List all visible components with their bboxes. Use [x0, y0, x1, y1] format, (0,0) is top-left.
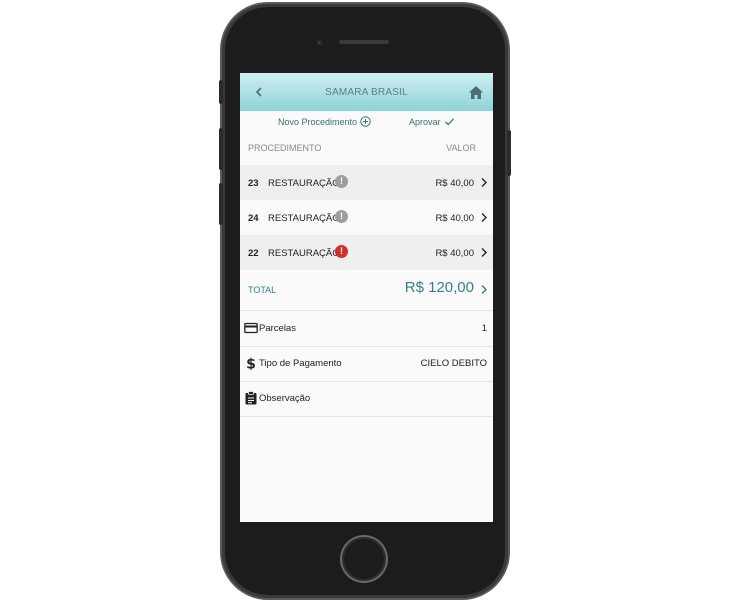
- notes-row[interactable]: Observação: [240, 381, 493, 417]
- approve-button[interactable]: Aprovar: [409, 116, 455, 127]
- payment-type-row[interactable]: $ Tipo de Pagamento CIELO DEBITO: [240, 346, 493, 382]
- add-circle-icon: [360, 116, 371, 127]
- payment-type-label: Tipo de Pagamento: [259, 358, 342, 369]
- app-header: SAMARA BRASIL: [240, 73, 493, 111]
- page-title: SAMARA BRASIL: [325, 87, 408, 98]
- earpiece-speaker: [339, 40, 389, 44]
- procedure-number: 23: [248, 178, 259, 189]
- home-button[interactable]: [342, 537, 386, 581]
- column-header-procedure: PROCEDIMENTO: [248, 143, 322, 153]
- warning-icon[interactable]: !: [335, 210, 348, 223]
- procedure-name: RESTAURAÇÃO: [268, 178, 340, 189]
- total-amount: R$ 120,00: [404, 279, 474, 296]
- volume-down-button: [219, 183, 223, 225]
- procedure-row[interactable]: 22 RESTAURAÇÃO ! R$ 40,00: [240, 235, 493, 271]
- app-screen: SAMARA BRASIL Novo Procedimento Aprovar …: [240, 73, 493, 522]
- total-label: TOTAL: [248, 285, 277, 295]
- procedure-value: R$ 40,00: [435, 213, 474, 224]
- column-header-value: VALOR: [446, 143, 476, 153]
- installments-row[interactable]: Parcelas 1: [240, 311, 493, 347]
- procedure-row[interactable]: 23 RESTAURAÇÃO ! R$ 40,00: [240, 165, 493, 201]
- chevron-right-icon: [481, 285, 487, 294]
- dollar-icon: $: [246, 357, 256, 371]
- payment-type-value: CIELO DEBITO: [420, 358, 487, 369]
- procedure-value: R$ 40,00: [435, 178, 474, 189]
- svg-text:$: $: [246, 357, 256, 371]
- home-icon[interactable]: [469, 86, 483, 99]
- warning-icon[interactable]: !: [335, 175, 348, 188]
- power-button: [507, 130, 511, 176]
- new-procedure-button[interactable]: Novo Procedimento: [278, 116, 371, 127]
- credit-card-icon: [244, 322, 258, 334]
- chevron-right-icon: [481, 178, 487, 187]
- check-icon: [444, 118, 454, 126]
- chevron-right-icon: [481, 248, 487, 257]
- mute-switch: [219, 80, 223, 104]
- total-row[interactable]: TOTAL R$ 120,00: [240, 270, 493, 311]
- front-camera: [316, 39, 323, 46]
- notes-label: Observação: [259, 393, 311, 404]
- error-icon[interactable]: !: [335, 245, 348, 258]
- procedure-value: R$ 40,00: [435, 248, 474, 259]
- installments-label: Parcelas: [259, 323, 296, 334]
- procedure-row[interactable]: 24 RESTAURAÇÃO ! R$ 40,00: [240, 200, 493, 236]
- procedure-number: 22: [248, 248, 259, 259]
- clipboard-icon: [245, 391, 257, 405]
- volume-up-button: [219, 128, 223, 170]
- installments-value: 1: [481, 323, 487, 334]
- procedure-number: 24: [248, 213, 259, 224]
- chevron-right-icon: [481, 213, 487, 222]
- approve-label: Aprovar: [409, 116, 441, 127]
- procedure-name: RESTAURAÇÃO: [268, 248, 340, 259]
- action-bar: Novo Procedimento Aprovar: [240, 111, 493, 133]
- procedure-name: RESTAURAÇÃO: [268, 213, 340, 224]
- new-procedure-label: Novo Procedimento: [278, 116, 358, 127]
